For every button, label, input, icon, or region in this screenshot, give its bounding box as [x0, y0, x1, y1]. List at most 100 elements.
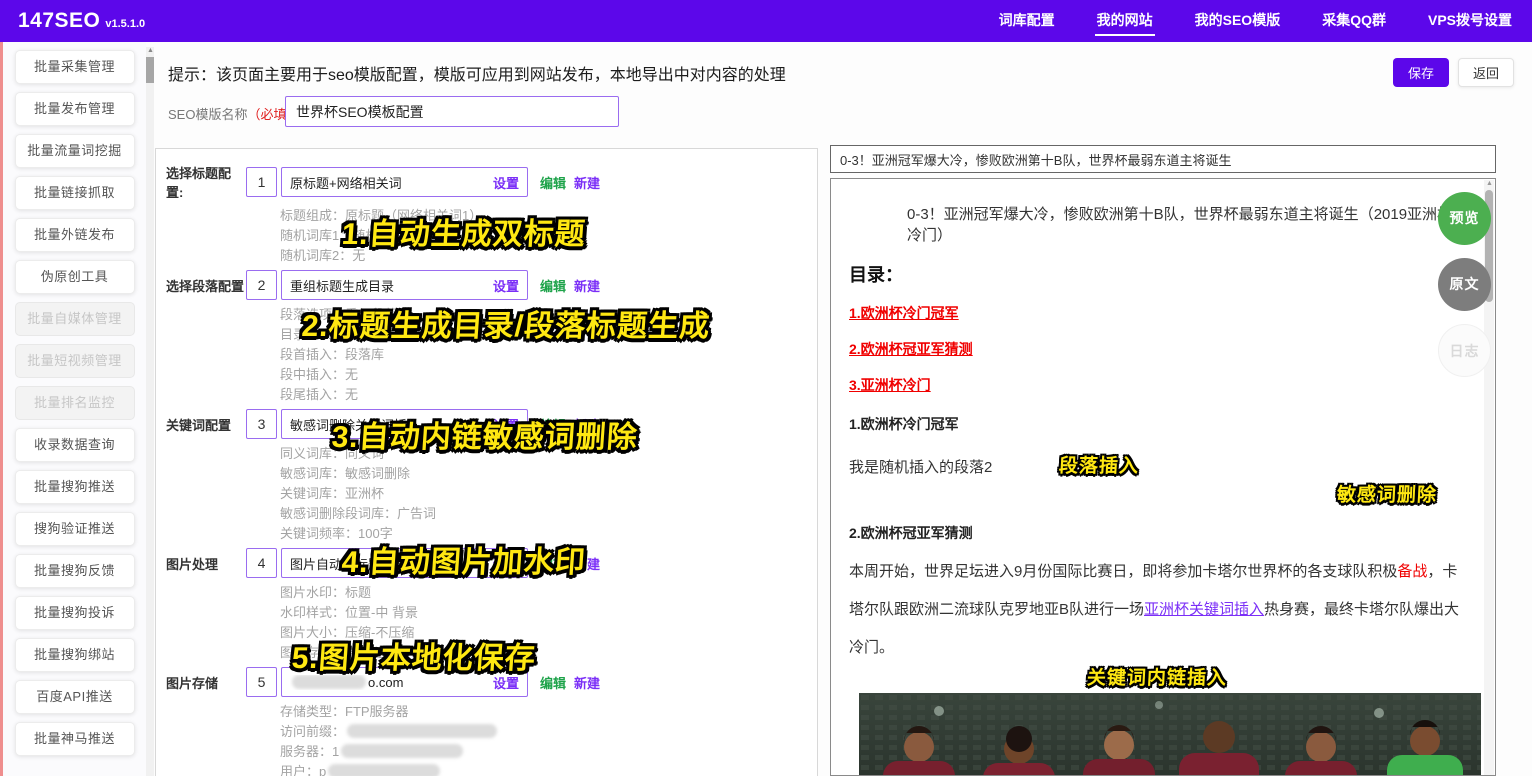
sidebar-item-sogou-verify-push[interactable]: 搜狗验证推送 — [15, 512, 135, 546]
scroll-up-arrow-icon: ▲ — [1486, 180, 1493, 187]
new-link[interactable]: 新建 — [574, 173, 600, 192]
app-window: 147SEO v1.5.1.0 词库配置 我的网站 我的SEO模版 采集QQ群 … — [0, 0, 1532, 776]
config-detail: 敏感词库：敏感词删除 — [280, 464, 817, 484]
template-name-label-text: SEO模版名称 — [168, 107, 247, 122]
config-detail: 段中插入：无 — [280, 365, 817, 385]
source-text-button[interactable]: 原文 — [1438, 258, 1491, 311]
sidebar-item-sogou-push[interactable]: 批量搜狗推送 — [15, 470, 135, 504]
sidebar-item-sogou-feedback[interactable]: 批量搜狗反馈 — [15, 554, 135, 588]
log-button: 日志 — [1438, 324, 1491, 377]
nav-item-vps-dial-settings[interactable]: VPS拨号设置 — [1426, 6, 1514, 36]
settings-link[interactable]: 设置 — [493, 276, 519, 295]
paragraph-2-text: 本周开始，世界足坛进入9月份国际比赛日，即将参加卡塔尔世界杯的各支球队积极 — [849, 563, 1397, 580]
annotation-auto-watermark: 4.自动图片加水印 — [340, 537, 587, 581]
annotation-sensitive-word-delete: 敏感词删除 — [1336, 480, 1437, 507]
config-detail: 段尾插入：无 — [280, 385, 817, 405]
top-nav: 词库配置 我的网站 我的SEO模版 采集QQ群 VPS拨号设置 — [997, 6, 1514, 36]
nav-item-qq-group[interactable]: 采集QQ群 — [1320, 6, 1388, 36]
top-header-bar: 147SEO v1.5.1.0 词库配置 我的网站 我的SEO模版 采集QQ群 … — [0, 0, 1532, 42]
paragraph-1-text: 我是随机插入的段落2 — [849, 459, 992, 476]
toc-link-3[interactable]: 3.亚洲杯冷门 — [849, 375, 931, 395]
sidebar-item-backlink-publish[interactable]: 批量外链发布 — [15, 218, 135, 252]
annotation-keyword-inner-link-insert: 关键词内链插入 — [1086, 663, 1227, 690]
annotation-auto-double-title: 1.自动生成双标题 — [340, 209, 587, 253]
template-name-input[interactable] — [285, 96, 619, 127]
keyword-config-number-input[interactable]: 3 — [246, 409, 277, 439]
preview-title-input[interactable] — [830, 145, 1496, 173]
redacted-blur — [328, 764, 440, 776]
config-detail: 访问前缀： — [280, 722, 817, 742]
sidebar-item-short-video-manage: 批量短视频管理 — [15, 344, 135, 378]
paragraph-config-number-input[interactable]: 2 — [246, 270, 277, 300]
article-photo-qatar-team: 3 — [859, 693, 1481, 776]
annotation-inner-link-sensitive-delete: 3.自动内链敏感词删除 — [330, 412, 639, 456]
save-button[interactable]: 保存 — [1393, 58, 1449, 87]
sidebar-item-pseudo-original-tool[interactable]: 伪原创工具 — [15, 260, 135, 294]
sidebar-item-shenma-push[interactable]: 批量神马推送 — [15, 722, 135, 756]
title-config-number-input[interactable]: 1 — [246, 167, 277, 197]
article-paragraph-2: 本周开始，世界足坛进入9月份国际比赛日，即将参加卡塔尔世界杯的各支球队积极备战，… — [849, 553, 1465, 667]
annotation-row: 关键词内链插入 — [849, 663, 1465, 687]
preview-content-box: 0-3！亚洲冠军爆大冷，惨败欧洲第十B队，世界杯最弱东道主将诞生（2019亚洲杯… — [830, 178, 1496, 776]
annotation-image-localize: 5.图片本地化保存 — [290, 633, 537, 677]
sidebar-item-traffic-word-mining[interactable]: 批量流量词挖掘 — [15, 134, 135, 168]
nav-item-my-seo-templates[interactable]: 我的SEO模版 — [1193, 6, 1283, 36]
section-label: 图片处理 — [166, 554, 246, 573]
sidebar-item-sogou-complaint[interactable]: 批量搜狗投诉 — [15, 596, 135, 630]
keyword-inner-link[interactable]: 亚洲杯关键词插入 — [1144, 601, 1264, 618]
annotation-paragraph-insert: 段落插入 — [1058, 451, 1139, 478]
app-version: v1.5.1.0 — [105, 18, 145, 30]
title-config-value-input[interactable]: 原标题+网络相关词 设置 — [281, 167, 528, 197]
sidebar-item-batch-publish[interactable]: 批量发布管理 — [15, 92, 135, 126]
config-value-text: 重组标题生成目录 — [290, 276, 493, 295]
edit-link[interactable]: 编辑 — [540, 173, 566, 192]
settings-link[interactable]: 设置 — [493, 173, 519, 192]
edit-link[interactable]: 编辑 — [540, 276, 566, 295]
config-detail: 关键词库：亚洲杯 — [280, 484, 817, 504]
template-name-label: SEO模版名称（必填） — [168, 104, 299, 123]
nav-item-my-websites[interactable]: 我的网站 — [1095, 6, 1155, 36]
config-detail: 水印样式：位置-中 背景 — [280, 603, 817, 623]
sensitive-word-highlight: 备战 — [1397, 563, 1427, 580]
image-storage-number-input[interactable]: 5 — [246, 667, 277, 697]
article-heading-2: 2.欧洲杯冠亚军猜测 — [849, 523, 1465, 543]
main-scrollbar-thumb[interactable] — [146, 57, 154, 83]
config-detail: 图片水印：标题 — [280, 583, 817, 603]
redacted-blur — [347, 724, 497, 738]
config-detail: 存储类型：FTP服务器 — [280, 702, 817, 722]
app-logo: 147SEO — [18, 9, 100, 33]
sidebar-item-self-media-manage: 批量自媒体管理 — [15, 302, 135, 336]
sidebar-item-link-grab[interactable]: 批量链接抓取 — [15, 176, 135, 210]
back-button[interactable]: 返回 — [1458, 58, 1514, 87]
sidebar-item-sogou-bind-site[interactable]: 批量搜狗绑站 — [15, 638, 135, 672]
toc-link-2[interactable]: 2.欧洲杯冠亚军猜测 — [849, 339, 973, 359]
config-detail: 段首插入：段落库 — [280, 345, 817, 365]
page-hint-text: 提示：该页面主要用于seo模版配置，模版可应用到网站发布，本地导出中对内容的处理 — [168, 61, 786, 85]
main-scrollbar[interactable]: ▲ — [146, 47, 154, 776]
form-section-image-storage: 图片存储 5 o.com 设置 编辑 新建 存储类型：FTP服务器 访问前缀： … — [166, 667, 817, 776]
edit-link[interactable]: 编辑 — [540, 673, 566, 692]
nav-item-word-library[interactable]: 词库配置 — [997, 6, 1057, 36]
redacted-blur — [341, 744, 463, 758]
sidebar-item-baidu-api-push[interactable]: 百度API推送 — [15, 680, 135, 714]
left-sidebar: 批量采集管理 批量发布管理 批量流量词挖掘 批量链接抓取 批量外链发布 伪原创工… — [0, 42, 146, 776]
toc-link-1[interactable]: 1.欧洲杯冷门冠军 — [849, 303, 959, 323]
config-detail: 服务器：1 — [280, 742, 817, 762]
article-paragraph-1: 我是随机插入的段落2 段落插入 — [849, 451, 1465, 478]
section-label: 图片存储 — [166, 673, 246, 692]
preview-article: 0-3！亚洲冠军爆大冷，惨败欧洲第十B队，世界杯最弱东道主将诞生（2019亚洲杯… — [831, 179, 1495, 776]
paragraph-config-value-input[interactable]: 重组标题生成目录 设置 — [281, 270, 528, 300]
image-process-number-input[interactable]: 4 — [246, 548, 277, 578]
section-label: 关键词配置 — [166, 415, 246, 434]
annotation-row: 敏感词删除 — [849, 480, 1465, 504]
config-value-text: 原标题+网络相关词 — [290, 173, 493, 192]
sidebar-item-batch-collect[interactable]: 批量采集管理 — [15, 50, 135, 84]
preview-button[interactable]: 预览 — [1438, 192, 1491, 245]
toc-label: 目录： — [849, 261, 1465, 287]
article-heading-1: 1.欧洲杯冷门冠军 — [849, 414, 1465, 434]
new-link[interactable]: 新建 — [574, 276, 600, 295]
new-link[interactable]: 新建 — [574, 673, 600, 692]
sidebar-item-index-data-query[interactable]: 收录数据查询 — [15, 428, 135, 462]
template-config-panel: 选择标题配置: 1 原标题+网络相关词 设置 编辑 新建 标题组成：原标题（网络… — [155, 148, 818, 776]
section-label: 选择段落配置 — [166, 276, 246, 295]
